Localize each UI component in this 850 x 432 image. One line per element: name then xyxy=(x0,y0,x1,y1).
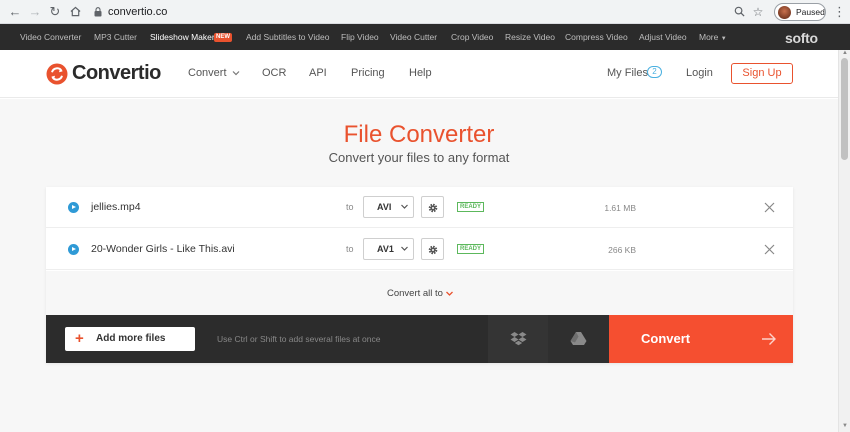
more-vert-icon[interactable]: ⋮ xyxy=(833,4,846,20)
tool-add-subtitles[interactable]: Add Subtitles to Video xyxy=(246,32,330,42)
close-icon[interactable] xyxy=(764,202,775,213)
my-files-link[interactable]: My Files xyxy=(607,67,648,79)
dropbox-button[interactable] xyxy=(488,315,548,363)
caret-down-icon: ▼ xyxy=(720,36,727,42)
status-badge: READY xyxy=(457,202,484,212)
format-value: AVI xyxy=(377,202,392,212)
status-badge: READY xyxy=(457,244,484,254)
menu-pricing[interactable]: Pricing xyxy=(351,67,385,79)
softo-tools-bar: Video Converter MP3 Cutter Slideshow Mak… xyxy=(0,24,850,50)
tool-resize-video[interactable]: Resize Video xyxy=(505,32,555,42)
gear-icon xyxy=(428,245,438,255)
chevron-down-icon xyxy=(232,71,240,76)
zoom-icon[interactable] xyxy=(731,4,747,20)
forward-arrow-icon[interactable]: → xyxy=(26,3,44,21)
plus-icon: + xyxy=(75,330,84,347)
tool-video-converter[interactable]: Video Converter xyxy=(20,32,81,42)
logo-text[interactable]: Convertio xyxy=(72,62,161,85)
gear-icon xyxy=(428,203,438,213)
browser-toolbar: ← → ↻ convertio.co ☆ Paused ⋮ xyxy=(0,0,850,24)
scroll-up-icon[interactable]: ▲ xyxy=(841,50,849,56)
file-row: jellies.mp4 to AVI READY 1.61 MB xyxy=(46,187,793,228)
file-size: 1.61 MB xyxy=(604,203,636,213)
format-select[interactable]: AVI xyxy=(363,196,414,218)
menu-help[interactable]: Help xyxy=(409,67,432,79)
file-name: jellies.mp4 xyxy=(91,201,141,213)
scrollbar[interactable]: ▲ ▼ xyxy=(838,50,850,432)
signup-button[interactable]: Sign Up xyxy=(731,63,793,84)
tool-compress-video[interactable]: Compress Video xyxy=(565,32,628,42)
settings-button[interactable] xyxy=(421,238,444,260)
menu-convert[interactable]: Convert xyxy=(188,67,240,79)
to-label: to xyxy=(346,244,354,254)
tool-adjust-video[interactable]: Adjust Video xyxy=(639,32,687,42)
dropbox-icon xyxy=(510,332,527,346)
scroll-down-icon[interactable]: ▼ xyxy=(841,423,849,429)
convert-label: Convert xyxy=(641,331,691,346)
tool-slideshow-maker[interactable]: Slideshow Maker xyxy=(150,32,215,42)
tool-video-cutter[interactable]: Video Cutter xyxy=(390,32,437,42)
google-drive-button[interactable] xyxy=(548,315,609,363)
more-label: More xyxy=(699,32,719,42)
bookmark-star-icon[interactable]: ☆ xyxy=(750,4,766,20)
action-bar: + Add more files Use Ctrl or Shift to ad… xyxy=(46,315,793,363)
tool-mp3-cutter[interactable]: MP3 Cutter xyxy=(94,32,137,42)
chevron-down-icon xyxy=(401,246,408,251)
to-label: to xyxy=(346,202,354,212)
menu-ocr[interactable]: OCR xyxy=(262,67,286,79)
back-arrow-icon[interactable]: ← xyxy=(6,3,24,21)
add-more-files-button[interactable]: + Add more files xyxy=(65,327,195,351)
scroll-thumb[interactable] xyxy=(841,58,848,160)
chevron-down-icon xyxy=(401,204,408,209)
convert-all-label: Convert all to xyxy=(387,288,443,299)
play-icon[interactable] xyxy=(68,202,79,213)
settings-button[interactable] xyxy=(421,196,444,218)
multi-select-hint: Use Ctrl or Shift to add several files a… xyxy=(217,334,381,344)
site-header: Convertio Convert OCR API Pricing Help M… xyxy=(0,50,838,98)
page-title: File Converter xyxy=(343,121,495,148)
new-badge: NEW xyxy=(214,33,232,42)
page-subtitle: Convert your files to any format xyxy=(328,150,510,165)
lock-icon xyxy=(94,7,102,17)
convertio-logo-icon[interactable] xyxy=(46,63,68,85)
format-select[interactable]: AV1 xyxy=(363,238,414,260)
convert-all-dropdown[interactable]: Convert all to xyxy=(46,271,793,315)
convert-button[interactable]: Convert xyxy=(609,315,793,363)
file-name: 20-Wonder Girls - Like This.avi xyxy=(91,243,235,255)
url-text: convertio.co xyxy=(108,6,168,18)
close-icon[interactable] xyxy=(764,244,775,255)
menu-api[interactable]: API xyxy=(309,67,327,79)
arrow-right-icon xyxy=(762,333,776,345)
file-size: 266 KB xyxy=(608,245,636,255)
home-icon[interactable] xyxy=(66,3,84,21)
softo-logo[interactable]: softo xyxy=(785,30,818,46)
tool-flip-video[interactable]: Flip Video xyxy=(341,32,379,42)
tool-more[interactable]: More ▼ xyxy=(699,32,727,42)
menu-convert-label: Convert xyxy=(188,67,227,79)
play-icon[interactable] xyxy=(68,244,79,255)
profile-button[interactable]: Paused xyxy=(774,3,826,21)
reload-icon[interactable]: ↻ xyxy=(46,3,64,21)
address-bar[interactable]: convertio.co xyxy=(88,2,768,22)
add-files-label: Add more files xyxy=(96,333,166,344)
login-link[interactable]: Login xyxy=(686,67,713,79)
format-value: AV1 xyxy=(377,244,394,254)
google-drive-icon xyxy=(570,332,587,345)
chevron-down-icon xyxy=(446,291,453,296)
file-row: 20-Wonder Girls - Like This.avi to AV1 R… xyxy=(46,229,793,270)
avatar xyxy=(778,6,791,19)
profile-status: Paused xyxy=(796,7,825,17)
tool-crop-video[interactable]: Crop Video xyxy=(451,32,493,42)
my-files-count-badge: 2 xyxy=(647,66,662,78)
